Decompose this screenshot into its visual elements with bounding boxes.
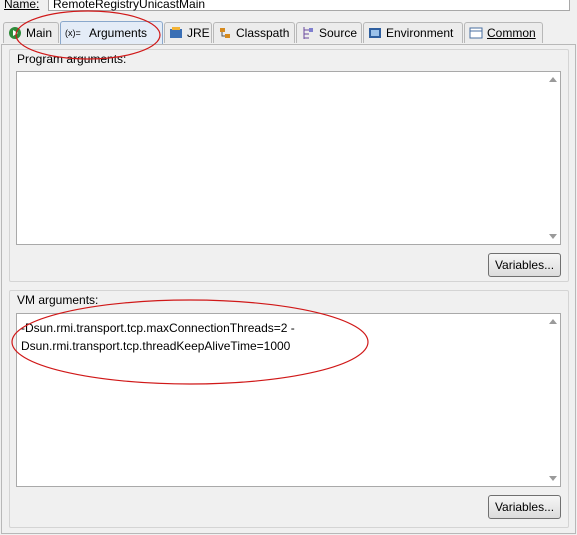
tab-jre[interactable]: JRE — [164, 22, 212, 43]
tab-bar: Main (x)= Arguments JRE Classpath Source… — [0, 21, 577, 45]
classpath-icon — [218, 26, 232, 40]
jre-icon — [169, 26, 183, 40]
tab-environment[interactable]: Environment — [363, 22, 463, 43]
tab-label-environment: Environment — [386, 26, 454, 40]
program-arguments-label: Program arguments: — [17, 52, 127, 66]
tab-classpath[interactable]: Classpath — [213, 22, 295, 43]
tab-source[interactable]: Source — [296, 22, 362, 43]
vm-arguments-value: -Dsun.rmi.transport.tcp.maxConnectionThr… — [21, 321, 295, 353]
program-args-variables-button[interactable]: Variables... — [488, 253, 561, 277]
tab-label-main: Main — [26, 26, 53, 40]
tab-label-jre: JRE — [187, 26, 210, 40]
scroll-down-arrow-icon[interactable] — [549, 476, 557, 481]
source-icon — [301, 26, 315, 40]
tab-label-source: Source — [319, 26, 358, 40]
name-field[interactable]: RemoteRegistryUnicastMain — [48, 0, 570, 11]
vm-arguments-textarea[interactable]: -Dsun.rmi.transport.tcp.maxConnectionThr… — [16, 313, 561, 487]
tab-label-classpath: Classpath — [236, 26, 290, 40]
tab-common[interactable]: Common — [464, 22, 543, 43]
environment-icon — [368, 26, 382, 40]
vm-args-scrollbar[interactable] — [546, 314, 560, 486]
program-args-scrollbar[interactable] — [546, 72, 560, 244]
tab-arguments[interactable]: (x)= Arguments — [60, 21, 163, 44]
vm-args-variables-button[interactable]: Variables... — [488, 495, 561, 519]
vm-arguments-label: VM arguments: — [17, 293, 99, 307]
tab-label-common: Common — [487, 26, 536, 40]
name-row: Name: RemoteRegistryUnicastMain — [0, 0, 577, 15]
tab-main[interactable]: Main — [3, 22, 59, 43]
scroll-down-arrow-icon[interactable] — [549, 234, 557, 239]
common-icon — [469, 26, 483, 40]
scroll-up-arrow-icon[interactable] — [549, 77, 557, 82]
tab-label-arguments: Arguments — [89, 26, 148, 40]
program-arguments-textarea[interactable] — [16, 71, 561, 245]
main-run-icon — [8, 26, 22, 40]
scroll-up-arrow-icon[interactable] — [549, 319, 557, 324]
name-label: Name: — [4, 0, 40, 11]
arguments-icon: (x)= — [65, 28, 81, 38]
